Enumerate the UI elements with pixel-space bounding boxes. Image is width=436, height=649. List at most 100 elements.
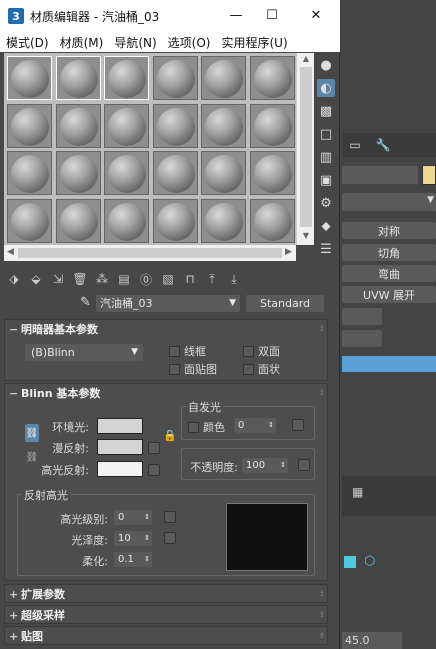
material-type-button[interactable]: Standard [246,295,324,312]
specular-map-button[interactable] [148,464,160,476]
specular-level-spinner[interactable]: 0 ⇕ [114,510,152,525]
material-sample-slot[interactable] [7,56,52,100]
menu-material[interactable]: 材质(M) [60,34,104,51]
material-sample-slot[interactable] [201,151,246,195]
put-to-library-icon[interactable]: ▤ [114,269,134,289]
shader-type-dropdown[interactable]: (B)Blinn ▼ [25,344,143,361]
material-sample-slot[interactable] [104,103,149,148]
material-sample-slot[interactable] [201,198,246,243]
menu-utilities[interactable]: 实用程序(U) [221,34,287,51]
bend-button[interactable]: 弯曲 [342,265,436,282]
faceted-checkbox[interactable]: 面状 [243,361,280,377]
wire-checkbox[interactable]: 线框 [169,343,206,359]
material-sample-slot[interactable] [152,56,198,100]
make-unique-icon[interactable]: ⁂ [92,269,112,289]
ambient-color-swatch[interactable] [97,418,143,434]
cube-icon[interactable] [344,556,356,568]
go-to-parent-icon[interactable]: ⤒ [202,269,222,289]
scroll-right-icon[interactable]: ▶ [285,247,292,257]
material-sample-slot[interactable] [55,151,101,195]
assign-to-selection-icon[interactable]: ⇲ [48,269,68,289]
chamfer-button[interactable]: 切角 [342,244,436,261]
make-preview-icon[interactable]: ▣ [317,171,335,189]
vertical-scrollbar[interactable]: ▲ ▼ [296,53,314,245]
video-color-check-icon[interactable]: ▥ [317,148,335,166]
specular-level-map-button[interactable] [164,511,176,523]
scroll-left-icon[interactable]: ◀ [7,247,14,257]
box-icon[interactable]: ⬡ [364,554,375,569]
rollout-header[interactable]: − 明暗器基本参数 [5,320,327,338]
object-color-swatch[interactable] [422,165,436,185]
horizontal-scrollbar[interactable]: ◀ ▶ [4,245,296,261]
soften-spinner[interactable]: 0.1 ⇕ [114,552,152,567]
modifier-stack-item[interactable] [342,308,382,325]
rollout-header[interactable]: + 超级采样 [5,606,327,624]
show-in-viewport-icon[interactable]: ▧ [158,269,178,289]
menu-options[interactable]: 选项(O) [168,34,211,51]
select-by-material-icon[interactable]: ⬥ [317,217,335,235]
glossiness-spinner[interactable]: 10 ⇕ [114,531,152,546]
minimize-button[interactable]: — [226,8,246,23]
extended-parameters-rollout[interactable]: + 扩展参数 ⁞⁞ [4,584,328,603]
lock-icon[interactable]: 🔒 [163,429,177,442]
object-name-field[interactable] [342,166,418,184]
opacity-map-button[interactable] [298,459,310,471]
put-to-scene-icon[interactable]: ⬙ [26,269,46,289]
material-sample-slot[interactable] [104,198,149,243]
material-sample-slot[interactable] [7,103,52,148]
self-illum-color-checkbox[interactable]: 颜色 [188,419,225,435]
material-sample-slot[interactable] [55,103,101,148]
utilities-tab-icon[interactable]: 🔧 [371,136,395,154]
symmetry-button[interactable]: 对称 [342,222,436,239]
material-sample-slot[interactable] [55,198,101,243]
diffuse-color-swatch[interactable] [97,439,143,455]
material-sample-slot[interactable] [249,151,295,195]
face-map-checkbox[interactable]: 面贴图 [169,361,217,377]
specular-color-swatch[interactable] [97,461,143,477]
self-illum-spinner[interactable]: 0 ⇕ [234,418,276,433]
material-map-navigator-icon[interactable]: ☰ [317,240,335,258]
material-sample-slot[interactable] [201,103,246,148]
opacity-spinner[interactable]: 100 ⇕ [242,458,288,473]
configure-icon[interactable]: ▦ [352,485,363,499]
scroll-thumb[interactable] [18,248,282,258]
glossiness-map-button[interactable] [164,532,176,544]
material-sample-slot[interactable] [152,103,198,148]
modifier-stack-selected[interactable] [342,356,436,372]
scroll-up-icon[interactable]: ▲ [300,54,312,66]
material-sample-slot[interactable] [201,56,246,100]
material-sample-slot[interactable] [7,151,52,195]
rollout-header[interactable]: − Blinn 基本参数 [5,384,327,402]
reset-map-icon[interactable]: 🗑 [70,269,90,289]
supersampling-rollout[interactable]: + 超级采样 ⁞⁞ [4,605,328,624]
material-sample-slot[interactable] [55,56,101,100]
background-pattern-icon[interactable]: ▩ [317,102,335,120]
two-sided-checkbox[interactable]: 双面 [243,343,280,359]
material-sample-slot[interactable] [152,151,198,195]
material-sample-slot[interactable] [104,56,149,100]
rollout-header[interactable]: + 贴图 [5,627,327,645]
material-name-input[interactable]: 汽油桶_03 ▼ [96,295,240,312]
close-button[interactable]: ✕ [306,8,326,23]
material-sample-slot[interactable] [7,198,52,243]
options-icon[interactable]: ⚙ [317,194,335,212]
scroll-down-icon[interactable]: ▼ [300,231,312,243]
material-sample-slot[interactable] [104,151,149,195]
self-illum-map-button[interactable] [292,419,304,431]
material-sample-slot[interactable] [152,198,198,243]
menu-navigation[interactable]: 导航(N) [114,34,156,51]
menu-modes[interactable]: 模式(D) [6,34,49,51]
maximize-button[interactable]: ☐ [262,8,282,23]
modifier-stack-item[interactable] [342,330,382,347]
material-sample-slot[interactable] [249,198,295,243]
uv-tiling-icon[interactable]: □ [317,125,335,143]
modifier-list-dropdown[interactable]: ▼ [342,193,436,211]
display-tab-icon[interactable]: ▭ [343,136,367,154]
scroll-thumb[interactable] [300,67,312,227]
maps-rollout[interactable]: + 贴图 ⁞⁞ [4,626,328,645]
sample-type-icon[interactable]: ● [317,56,335,74]
rollout-header[interactable]: + 扩展参数 [5,585,327,603]
material-sample-slot[interactable] [249,103,295,148]
go-forward-sibling-icon[interactable]: ⤓ [224,269,244,289]
get-material-icon[interactable]: ⬗ [4,269,24,289]
